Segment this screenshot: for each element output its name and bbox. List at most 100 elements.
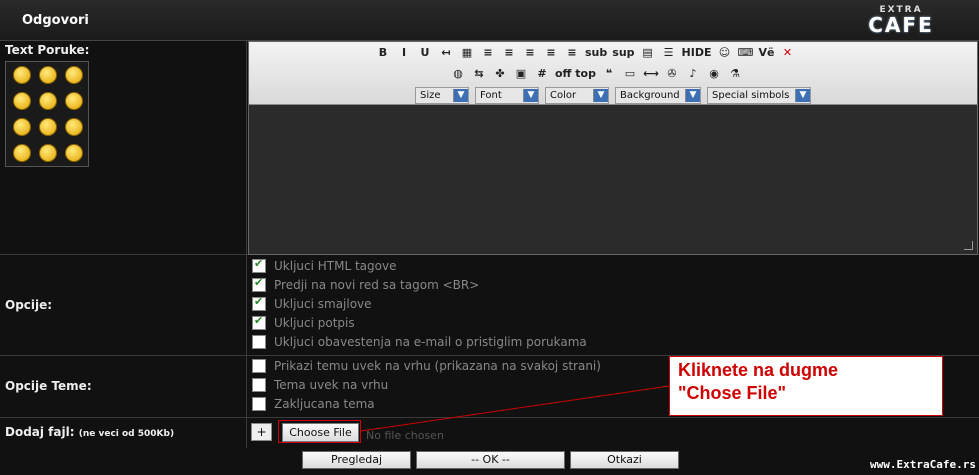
smiley-icon[interactable] bbox=[13, 118, 31, 136]
row2-button-icon[interactable]: ♪ bbox=[684, 66, 702, 82]
smiley-icon[interactable] bbox=[65, 92, 83, 110]
choose-file-highlight bbox=[278, 420, 361, 443]
row2-button-icon[interactable]: ✤ bbox=[491, 66, 509, 82]
option-item[interactable]: Tema uvek na vrhu bbox=[252, 378, 388, 392]
instruction-callout: Kliknete na dugme "Chose File" bbox=[669, 356, 943, 416]
special-symbols-select[interactable]: Special simbols ▼ bbox=[707, 87, 811, 104]
option-item[interactable]: Ukljuci HTML tagove bbox=[252, 257, 397, 273]
option-label: Zakljucana tema bbox=[274, 397, 375, 411]
message-label: Text Poruke: bbox=[5, 43, 90, 57]
row1-button-icon[interactable]: ≡ bbox=[563, 45, 581, 61]
smiley-icon[interactable] bbox=[39, 118, 57, 136]
checkbox[interactable] bbox=[252, 359, 266, 373]
row2-button-icon[interactable]: ⟷ bbox=[642, 66, 660, 82]
row1-button-icon[interactable]: I bbox=[395, 45, 413, 61]
chevron-down-icon: ▼ bbox=[453, 89, 468, 102]
ok-button[interactable]: -- OK -- bbox=[416, 451, 565, 469]
size-select-label: Size bbox=[420, 90, 441, 101]
color-select[interactable]: Color ▼ bbox=[545, 87, 609, 104]
site-url: www.ExtraCafe.rs bbox=[870, 458, 976, 471]
option-item[interactable]: Prikazi temu uvek na vrhu (prikazana na … bbox=[252, 359, 601, 373]
smiley-icon[interactable] bbox=[65, 66, 83, 84]
option-item[interactable]: Ukljuci obavestenja na e-mail o pristigl… bbox=[252, 335, 587, 349]
smiley-icon[interactable] bbox=[39, 144, 57, 162]
resize-grip-icon[interactable] bbox=[964, 241, 973, 250]
option-item[interactable]: Predji na novi red sa tagom <BR> bbox=[252, 276, 480, 292]
row1-button-icon[interactable]: B bbox=[374, 45, 392, 61]
message-textarea[interactable] bbox=[249, 105, 975, 252]
row1-button-icon[interactable]: ≡ bbox=[500, 45, 518, 61]
chevron-down-icon: ▼ bbox=[593, 89, 608, 102]
option-item[interactable]: Ukljuci potpis bbox=[252, 314, 355, 330]
smiley-icon[interactable] bbox=[13, 66, 31, 84]
row2-button-icon[interactable]: ⇆ bbox=[470, 66, 488, 82]
preview-button[interactable]: Pregledaj bbox=[302, 451, 411, 469]
row1-button-icon[interactable]: ≡ bbox=[521, 45, 539, 61]
size-select[interactable]: Size ▼ bbox=[415, 87, 469, 104]
row1-button-icon[interactable]: ⌨ bbox=[736, 45, 754, 61]
row2-button-icon[interactable]: ◍ bbox=[449, 66, 467, 82]
smiley-icon[interactable] bbox=[13, 92, 31, 110]
editor-toolbar: B I U ↤ ▦ ≡ ≡ ≡ ≡ ≡ sub sup ▤ ☰ HIDE ☺ ⌨ Vё ✕ ◍ ⇆ ✤ ▣ # off top… bbox=[249, 42, 977, 105]
option-item[interactable]: Ukljuci smajlove bbox=[252, 295, 372, 311]
option-label: Ukljuci smajlove bbox=[274, 297, 372, 311]
smiley-icon[interactable] bbox=[13, 144, 31, 162]
attach-label-text: Dodaj fajl: bbox=[5, 425, 75, 439]
font-select[interactable]: Font ▼ bbox=[475, 87, 539, 104]
row1-button-icon[interactable]: ▦ bbox=[458, 45, 476, 61]
background-select[interactable]: Background ▼ bbox=[615, 87, 701, 104]
option-label: Prikazi temu uvek na vrhu (prikazana na … bbox=[274, 359, 601, 373]
row1-button-icon[interactable]: ✕ bbox=[778, 45, 796, 61]
checkbox[interactable] bbox=[252, 335, 266, 349]
row1-button-icon[interactable]: Vё bbox=[757, 45, 775, 61]
row2-button-icon[interactable]: ✇ bbox=[663, 66, 681, 82]
row1-button-icon[interactable]: sub bbox=[584, 45, 608, 61]
checkbox[interactable] bbox=[252, 314, 266, 330]
option-label: Tema uvek na vrhu bbox=[274, 378, 389, 392]
row1-button-icon[interactable]: ↤ bbox=[437, 45, 455, 61]
row2-button-icon[interactable]: ▣ bbox=[512, 66, 530, 82]
option-label: Ukljuci potpis bbox=[274, 316, 355, 330]
special-symbols-select-label: Special simbols bbox=[712, 90, 790, 101]
row2-button-icon[interactable]: ▭ bbox=[621, 66, 639, 82]
options-label: Opcije: bbox=[5, 298, 53, 312]
smiley-icon[interactable] bbox=[39, 92, 57, 110]
checkbox[interactable] bbox=[252, 276, 266, 292]
page-title: Odgovori bbox=[22, 13, 89, 28]
row1-button-icon[interactable]: sup bbox=[611, 45, 635, 61]
smiley-icon[interactable] bbox=[39, 66, 57, 84]
checkbox[interactable] bbox=[252, 397, 266, 411]
row1-button-icon[interactable]: U bbox=[416, 45, 434, 61]
row1-button-icon[interactable]: ☰ bbox=[660, 45, 678, 61]
row2-button-icon[interactable]: ◉ bbox=[705, 66, 723, 82]
panel-header: Odgovori EXTRA CAFE bbox=[0, 0, 979, 41]
option-item[interactable]: Zakljucana tema bbox=[252, 397, 375, 411]
row2-button-icon[interactable]: ⚗ bbox=[726, 66, 744, 82]
checkbox[interactable] bbox=[252, 295, 266, 311]
option-label: Ukljuci HTML tagove bbox=[274, 259, 397, 273]
row2-button-icon[interactable]: # bbox=[533, 66, 551, 82]
option-label: Ukljuci obavestenja na e-mail o pristigl… bbox=[274, 335, 587, 349]
smiley-icon[interactable] bbox=[65, 118, 83, 136]
add-file-button[interactable]: + bbox=[251, 423, 272, 441]
callout-line-1: Kliknete na dugme bbox=[678, 360, 839, 380]
checkbox[interactable] bbox=[252, 378, 266, 392]
row2-button-icon[interactable]: off top bbox=[554, 66, 597, 82]
chevron-down-icon: ▼ bbox=[523, 89, 538, 102]
checkbox[interactable] bbox=[252, 257, 266, 273]
toolbar-row-2: ◍ ⇆ ✤ ▣ # off top ❝ ▭ ⟷ ✇ ♪ ◉ ⚗ bbox=[449, 66, 744, 82]
row1-button-icon[interactable]: ≡ bbox=[479, 45, 497, 61]
row1-button-icon[interactable]: ▤ bbox=[639, 45, 657, 61]
background-select-label: Background bbox=[620, 90, 680, 101]
attach-size-note: (ne veci od 500Kb) bbox=[78, 429, 175, 439]
chevron-down-icon: ▼ bbox=[795, 89, 810, 102]
row2-button-icon[interactable]: ❝ bbox=[600, 66, 618, 82]
row1-button-icon[interactable]: ≡ bbox=[542, 45, 560, 61]
chevron-down-icon: ▼ bbox=[685, 89, 700, 102]
cancel-button[interactable]: Otkazi bbox=[570, 451, 679, 469]
row1-button-icon[interactable]: HIDE bbox=[681, 45, 713, 61]
option-label: Predji na novi red sa tagom <BR> bbox=[274, 278, 480, 292]
row1-button-icon[interactable]: ☺ bbox=[715, 45, 733, 61]
attach-label: Dodaj fajl: (ne veci od 500Kb) bbox=[5, 425, 174, 439]
smiley-icon[interactable] bbox=[65, 144, 83, 162]
